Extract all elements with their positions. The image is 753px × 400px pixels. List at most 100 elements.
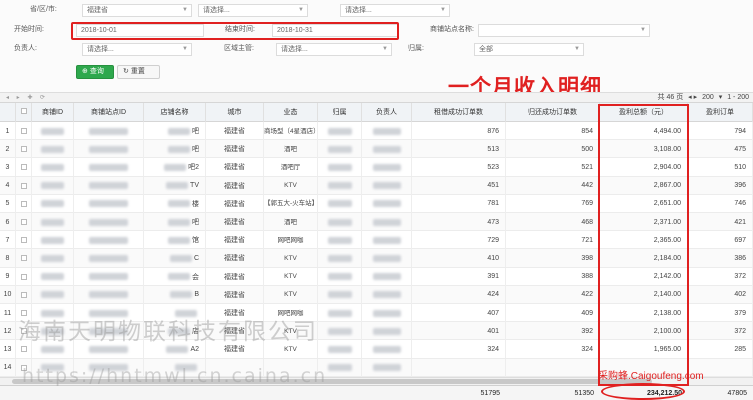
chevron-down-icon: ▼ [182, 45, 188, 52]
row-select-checkbox[interactable] [20, 219, 27, 225]
row-number-text: 4 [5, 182, 10, 190]
return-orders-cell: 854 [506, 122, 600, 140]
city-cell-text: 福建省 [224, 164, 245, 172]
filter-row-people: 负责人: 请选择... ▼ 区域主管: 请选择... ▼ 归属: 全部 ▼ [0, 41, 753, 57]
site-id-cell [74, 176, 144, 195]
row-number-text: 8 [5, 254, 10, 262]
profit-orders-cell: 421 [688, 213, 753, 231]
city-cell: 福建省 [206, 213, 264, 231]
return-orders-cell-text: 521 [581, 163, 593, 171]
person-select[interactable]: 请选择... ▼ [82, 42, 192, 56]
row-checkbox[interactable] [16, 140, 32, 159]
header-business-type[interactable]: 业态 [264, 103, 318, 123]
row-select-checkbox[interactable] [20, 291, 27, 298]
redacted-value [41, 163, 64, 171]
row-select-checkbox[interactable] [20, 182, 27, 189]
row-checkbox[interactable] [16, 267, 32, 286]
row-select-checkbox[interactable] [20, 237, 27, 244]
row-checkbox[interactable] [16, 122, 32, 140]
manager-select-value: 请选择... [281, 45, 308, 53]
manager-select[interactable]: 请选择... ▼ [276, 42, 392, 56]
row-checkbox[interactable] [16, 176, 32, 195]
city-cell: 福建省 [206, 267, 264, 286]
row-select-checkbox[interactable] [20, 146, 27, 153]
business-type-cell-text: KTV [284, 291, 297, 299]
redacted-value [168, 145, 190, 153]
site-id-cell [74, 213, 144, 231]
header-checkbox[interactable] [16, 103, 32, 123]
select-all-checkbox[interactable] [20, 108, 27, 114]
page-size-select[interactable]: 200 [702, 94, 714, 101]
city-select[interactable]: 请选择... ▼ [198, 3, 308, 17]
row-number: 10 [0, 285, 16, 304]
redacted-value [327, 236, 352, 244]
rent-orders-cell: 781 [412, 194, 506, 213]
row-select-checkbox[interactable] [20, 164, 27, 171]
ownership-cell [318, 285, 362, 304]
row-checkbox[interactable] [16, 213, 32, 231]
rent-orders-cell: 391 [412, 267, 506, 286]
store-name-cell-text: A2 [190, 345, 199, 353]
header-profit-orders[interactable]: 盈利订单 [688, 103, 753, 123]
redacted-value [89, 291, 128, 299]
return-orders-cell-text: 388 [581, 273, 593, 281]
merchant-id-cell [32, 267, 74, 286]
profit-orders-cell-text: 697 [734, 236, 746, 244]
redacted-value [327, 345, 352, 353]
row-checkbox[interactable] [16, 194, 32, 213]
province-select[interactable]: 福建省 ▼ [82, 3, 192, 17]
profit-orders-cell-text: 746 [734, 200, 746, 208]
chevron-down-icon: ▾ [718, 94, 723, 101]
row-select-checkbox[interactable] [20, 346, 27, 353]
store-name-cell-text: 吧2 [188, 164, 199, 172]
profit-orders-cell-text: 372 [734, 327, 746, 335]
business-type-cell-text: KTV [284, 273, 297, 281]
business-type-cell-text: KTV [284, 254, 297, 262]
row-checkbox[interactable] [16, 158, 32, 177]
return-orders-cell [506, 358, 600, 377]
header-ownership[interactable]: 归属 [318, 103, 362, 123]
rent-orders-cell-text: 391 [487, 273, 499, 281]
redacted-value [372, 200, 401, 208]
rent-orders-cell-text: 424 [487, 291, 499, 299]
rent-orders-cell-text: 473 [487, 218, 499, 226]
person-cell [362, 231, 412, 250]
row-select-checkbox[interactable] [20, 128, 27, 134]
row-number-text: 5 [5, 200, 10, 208]
business-type-cell-text: KTV [284, 182, 297, 190]
header-store-name[interactable]: 店铺名称 [144, 103, 206, 123]
return-orders-cell-text: 398 [581, 254, 593, 262]
row-checkbox[interactable] [16, 285, 32, 304]
chevron-down-icon: ▼ [298, 6, 304, 13]
district-select-value: 请选择... [345, 6, 372, 14]
redacted-value [89, 236, 128, 244]
header-person[interactable]: 负责人 [362, 103, 412, 123]
row-checkbox[interactable] [16, 249, 32, 268]
header-site-id[interactable]: 商铺站点ID [74, 103, 144, 123]
redacted-value [372, 254, 401, 262]
nav-arrows-icon[interactable]: ◂ ▸ [688, 94, 697, 101]
row-select-checkbox[interactable] [20, 255, 27, 262]
row-select-checkbox[interactable] [20, 200, 27, 207]
filter-row-location: 省/区/市: 福建省 ▼ 请选择... ▼ 请选择... ▼ [0, 2, 753, 18]
header-merchant-id[interactable]: 商铺ID [32, 103, 74, 123]
row-checkbox[interactable] [16, 231, 32, 250]
row-select-checkbox[interactable] [20, 273, 27, 280]
return-orders-cell: 422 [506, 285, 600, 304]
ownership-select[interactable]: 全部 ▼ [474, 42, 584, 56]
business-type-cell: KTV [264, 176, 318, 195]
rent-orders-cell-text: 407 [487, 309, 499, 317]
redacted-value [372, 236, 401, 244]
header-rent-orders[interactable]: 租借成功订单数 [412, 103, 506, 123]
header-return-orders[interactable]: 归还成功订单数 [506, 103, 600, 123]
merchant-name-select[interactable]: ▼ [478, 23, 650, 37]
query-button[interactable]: ⊕ 查询 [76, 65, 114, 79]
return-orders-cell-text: 324 [581, 345, 593, 353]
reset-button[interactable]: ↻ 重置 [117, 65, 160, 79]
redacted-value [327, 182, 352, 190]
rent-orders-cell: 513 [412, 140, 506, 159]
profit-orders-cell: 475 [688, 140, 753, 159]
district-select[interactable]: 请选择... ▼ [340, 3, 450, 17]
header-city[interactable]: 城市 [206, 103, 264, 123]
row-number-text: 6 [5, 218, 10, 226]
